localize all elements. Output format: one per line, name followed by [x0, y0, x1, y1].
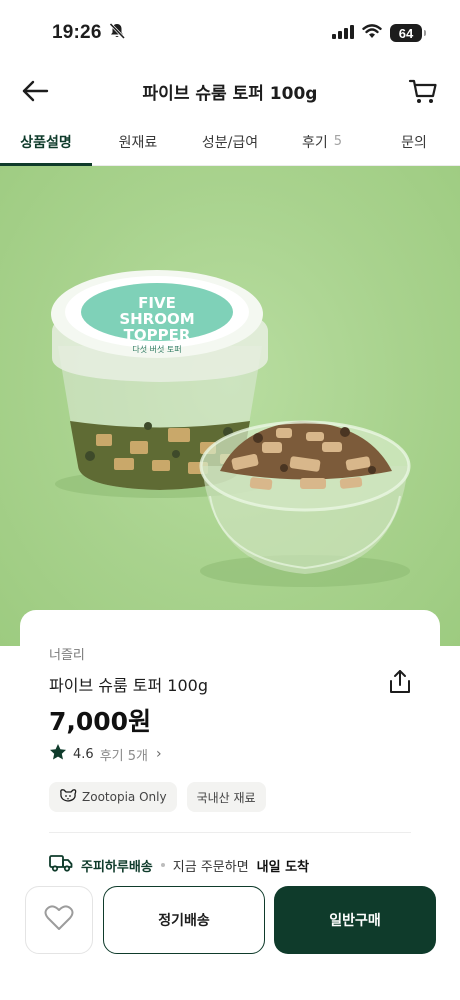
status-bar: 19:26 64 — [0, 0, 460, 66]
wishlist-button[interactable] — [25, 886, 93, 954]
delivery-text: 지금 주문하면 — [172, 859, 249, 875]
tag-label: Zootopia Only — [82, 790, 167, 804]
tab-reviews[interactable]: 후기 5 — [276, 118, 368, 165]
dog-icon — [59, 788, 77, 807]
tag-zootopia: Zootopia Only — [49, 782, 177, 812]
separator-dot — [160, 863, 165, 867]
page-title: 파이브 슈룸 토퍼 100g — [142, 83, 318, 104]
product-info-card: 너즐리 파이브 슈룸 토퍼 100g 7,000원 4.6 후기 5개 › Zo… — [20, 610, 440, 910]
tab-bar: 상품설명 원재료 성분/급여 후기 5 문의 — [0, 118, 460, 166]
signal-icon — [332, 24, 354, 43]
tab-label: 상품설명 — [20, 134, 72, 151]
battery-icon: 64 — [390, 24, 426, 42]
truck-icon — [49, 854, 73, 876]
status-right: 64 — [332, 23, 426, 43]
delivery-info: 주피하루배송 지금 주문하면 내일 도착 — [49, 854, 309, 876]
tab-label: 원재료 — [118, 134, 158, 151]
lid-subtext: 다섯 버섯 토퍼 — [132, 344, 181, 354]
tab-label: 문의 — [401, 134, 427, 151]
delivery-eta: 내일 도착 — [256, 859, 310, 875]
share-icon[interactable] — [386, 668, 414, 696]
wifi-icon — [362, 23, 382, 43]
tab-nutrition[interactable]: 성분/급여 — [184, 118, 276, 165]
delivery-label: 주피하루배송 — [81, 859, 153, 875]
product-photo: FIVE SHROOM TOPPER 다섯 버섯 토퍼 — [51, 270, 411, 587]
product-name: 파이브 슈룸 토퍼 100g — [49, 676, 208, 695]
tab-description[interactable]: 상품설명 — [0, 118, 92, 166]
review-count: 후기 5개 — [99, 748, 148, 764]
chevron-right-icon: › — [155, 746, 162, 762]
cart-icon[interactable] — [408, 76, 438, 106]
heart-icon — [44, 904, 74, 936]
brand-name[interactable]: 너즐리 — [49, 644, 85, 663]
tab-inquiry[interactable]: 문의 — [368, 118, 460, 165]
lid-line-3: TOPPER — [124, 326, 191, 344]
nav-header: 파이브 슈룸 토퍼 100g — [0, 66, 460, 116]
status-time: 19:26 — [52, 22, 102, 43]
tag-list: Zootopia Only 국내산 재료 — [49, 782, 266, 812]
divider — [49, 832, 411, 833]
arrow-left-icon[interactable] — [20, 77, 50, 105]
rating-score: 4.6 — [73, 746, 94, 762]
bell-slash-icon — [108, 22, 126, 44]
product-image: FIVE SHROOM TOPPER 다섯 버섯 토퍼 — [0, 166, 460, 646]
tab-ingredients[interactable]: 원재료 — [92, 118, 184, 165]
tab-label: 성분/급여 — [201, 134, 259, 151]
tag-label: 국내산 재료 — [196, 790, 256, 805]
tag-domestic: 국내산 재료 — [186, 782, 266, 812]
rating-row[interactable]: 4.6 후기 5개 › — [49, 743, 162, 765]
subscribe-button[interactable]: 정기배송 — [103, 886, 265, 954]
bottom-action-bar: 정기배송 일반구매 — [0, 876, 460, 1000]
status-left: 19:26 — [52, 22, 126, 44]
price: 7,000원 — [49, 707, 152, 736]
star-icon — [49, 743, 67, 765]
buy-button[interactable]: 일반구매 — [274, 886, 436, 954]
tab-review-count: 5 — [333, 134, 343, 149]
tab-label: 후기 — [301, 134, 328, 151]
